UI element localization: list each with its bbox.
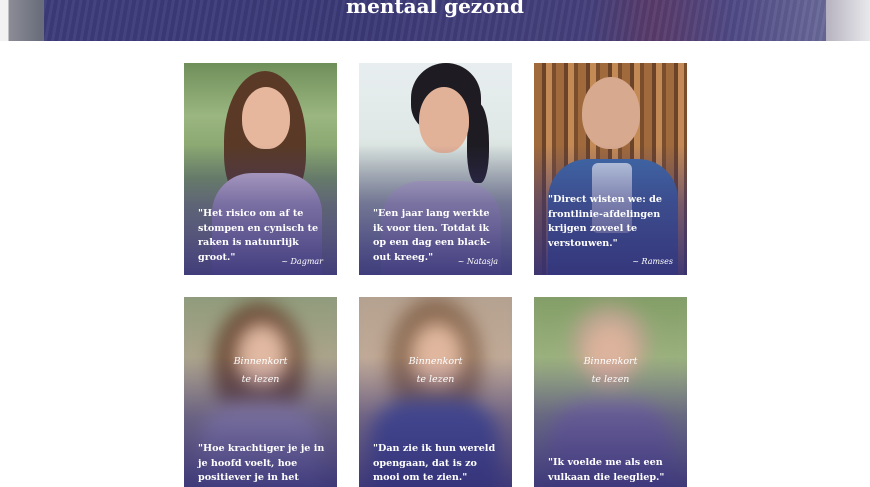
story-quote: "Hoe krachtiger je je in je hoofd voelt,… <box>198 443 325 487</box>
upcoming-story-card[interactable]: Binnenkort te lezen "Dan zie ik hun were… <box>359 297 512 487</box>
story-quote: "Ik voelde me als een vulkaan die leegli… <box>548 457 665 483</box>
upcoming-story-card[interactable]: Binnenkort te lezen "Ik voelde me als ee… <box>534 297 687 487</box>
hero-title: mentaal gezond <box>345 0 525 18</box>
story-author: ~ Natasja <box>457 257 498 266</box>
story-card-natasja[interactable]: "Een jaar lang werkte ik voor tien. Totd… <box>359 63 512 275</box>
hero-banner: mentaal gezond <box>0 0 870 41</box>
story-card-dagmar[interactable]: "Het risico om af te stompen en cynisch … <box>184 63 337 275</box>
coming-soon-label: Binnenkort te lezen <box>583 356 638 385</box>
story-quote: "Dan zie ik hun wereld opengaan, dat is … <box>373 443 496 483</box>
story-author: ~ Ramses <box>632 257 673 266</box>
story-quote: "Direct wisten we: de frontlinie-afdelin… <box>548 194 662 249</box>
story-card-ramses[interactable]: "Direct wisten we: de frontlinie-afdelin… <box>534 63 687 275</box>
upcoming-story-card[interactable]: Binnenkort te lezen "Hoe krachtiger je j… <box>184 297 337 487</box>
story-author: ~ Dagmar <box>281 257 323 266</box>
coming-soon-label: Binnenkort te lezen <box>408 356 463 385</box>
coming-soon-label: Binnenkort te lezen <box>233 356 288 385</box>
